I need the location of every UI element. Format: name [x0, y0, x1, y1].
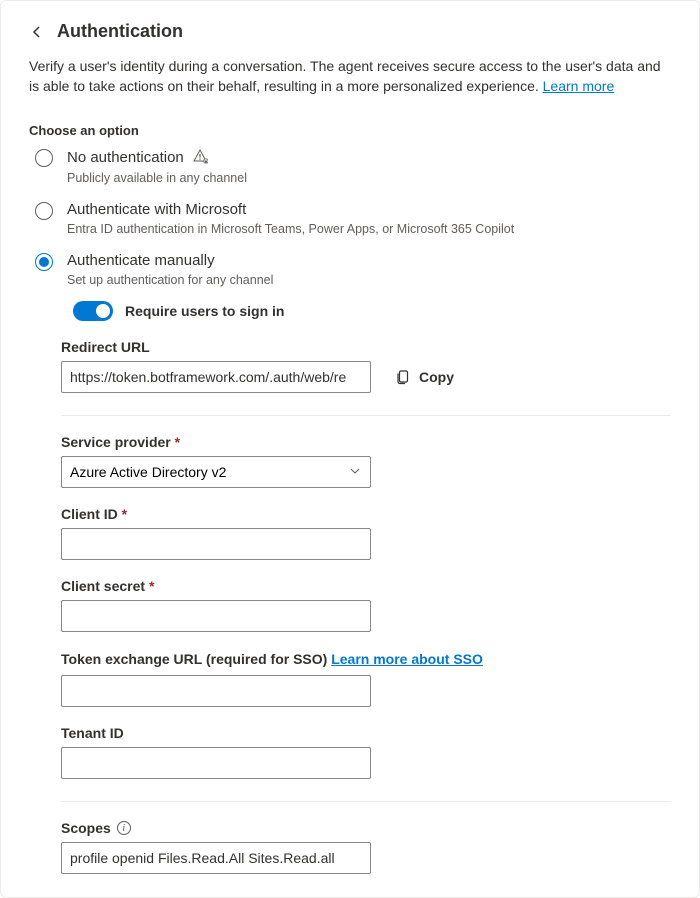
back-button[interactable]: [29, 24, 45, 40]
option-manual[interactable]: Authenticate manually Set up authenticat…: [35, 252, 671, 321]
required-asterisk: *: [149, 578, 154, 594]
learn-more-link[interactable]: Learn more: [543, 78, 615, 94]
chevron-left-icon: [31, 26, 43, 38]
require-signin-label: Require users to sign in: [125, 303, 284, 319]
token-exchange-label: Token exchange URL (required for SSO) Le…: [61, 650, 671, 670]
tenant-id-input[interactable]: [61, 747, 371, 779]
warning-icon: [192, 148, 208, 167]
client-secret-input[interactable]: [61, 600, 371, 632]
service-provider-label: Service provider *: [61, 434, 671, 450]
option-microsoft-label: Authenticate with Microsoft: [67, 201, 671, 218]
client-secret-label-text: Client secret: [61, 578, 145, 594]
option-manual-sub: Set up authentication for any channel: [67, 273, 671, 287]
option-manual-label: Authenticate manually: [67, 252, 671, 269]
divider: [61, 415, 671, 416]
divider: [61, 801, 671, 802]
page-title: Authentication: [57, 21, 183, 42]
option-no-auth-label: No authentication: [67, 149, 184, 166]
radio-microsoft[interactable]: [35, 202, 53, 220]
option-no-auth-sub: Publicly available in any channel: [67, 171, 671, 185]
option-microsoft[interactable]: Authenticate with Microsoft Entra ID aut…: [35, 201, 671, 236]
toggle-thumb-icon: [96, 304, 110, 318]
info-icon[interactable]: i: [117, 821, 131, 835]
scopes-input[interactable]: [61, 842, 371, 874]
token-exchange-input[interactable]: [61, 675, 371, 707]
choose-option-heading: Choose an option: [29, 123, 671, 138]
tenant-id-label: Tenant ID: [61, 725, 671, 741]
required-asterisk: *: [122, 506, 127, 522]
client-secret-label: Client secret *: [61, 578, 671, 594]
copy-button[interactable]: Copy: [395, 369, 454, 385]
service-provider-label-text: Service provider: [61, 434, 171, 450]
scopes-label: Scopes: [61, 820, 111, 836]
option-microsoft-sub: Entra ID authentication in Microsoft Tea…: [67, 222, 671, 236]
client-id-input[interactable]: [61, 528, 371, 560]
radio-manual[interactable]: [35, 253, 53, 271]
page-description: Verify a user's identity during a conver…: [29, 56, 671, 97]
redirect-url-label: Redirect URL: [61, 339, 671, 355]
redirect-url-input[interactable]: [61, 361, 371, 393]
require-signin-toggle[interactable]: [73, 301, 113, 321]
radio-no-auth[interactable]: [35, 149, 53, 167]
auth-option-radio-group: No authentication Publicly available in …: [35, 148, 671, 321]
copy-label: Copy: [419, 369, 454, 385]
copy-icon: [395, 369, 411, 385]
required-asterisk: *: [175, 434, 180, 450]
client-id-label: Client ID *: [61, 506, 671, 522]
option-no-auth[interactable]: No authentication Publicly available in …: [35, 148, 671, 185]
service-provider-select[interactable]: [61, 456, 371, 488]
client-id-label-text: Client ID: [61, 506, 118, 522]
radio-dot-icon: [39, 257, 49, 267]
token-exchange-label-text: Token exchange URL (required for SSO): [61, 651, 331, 667]
learn-more-sso-link[interactable]: Learn more about SSO: [331, 651, 483, 667]
